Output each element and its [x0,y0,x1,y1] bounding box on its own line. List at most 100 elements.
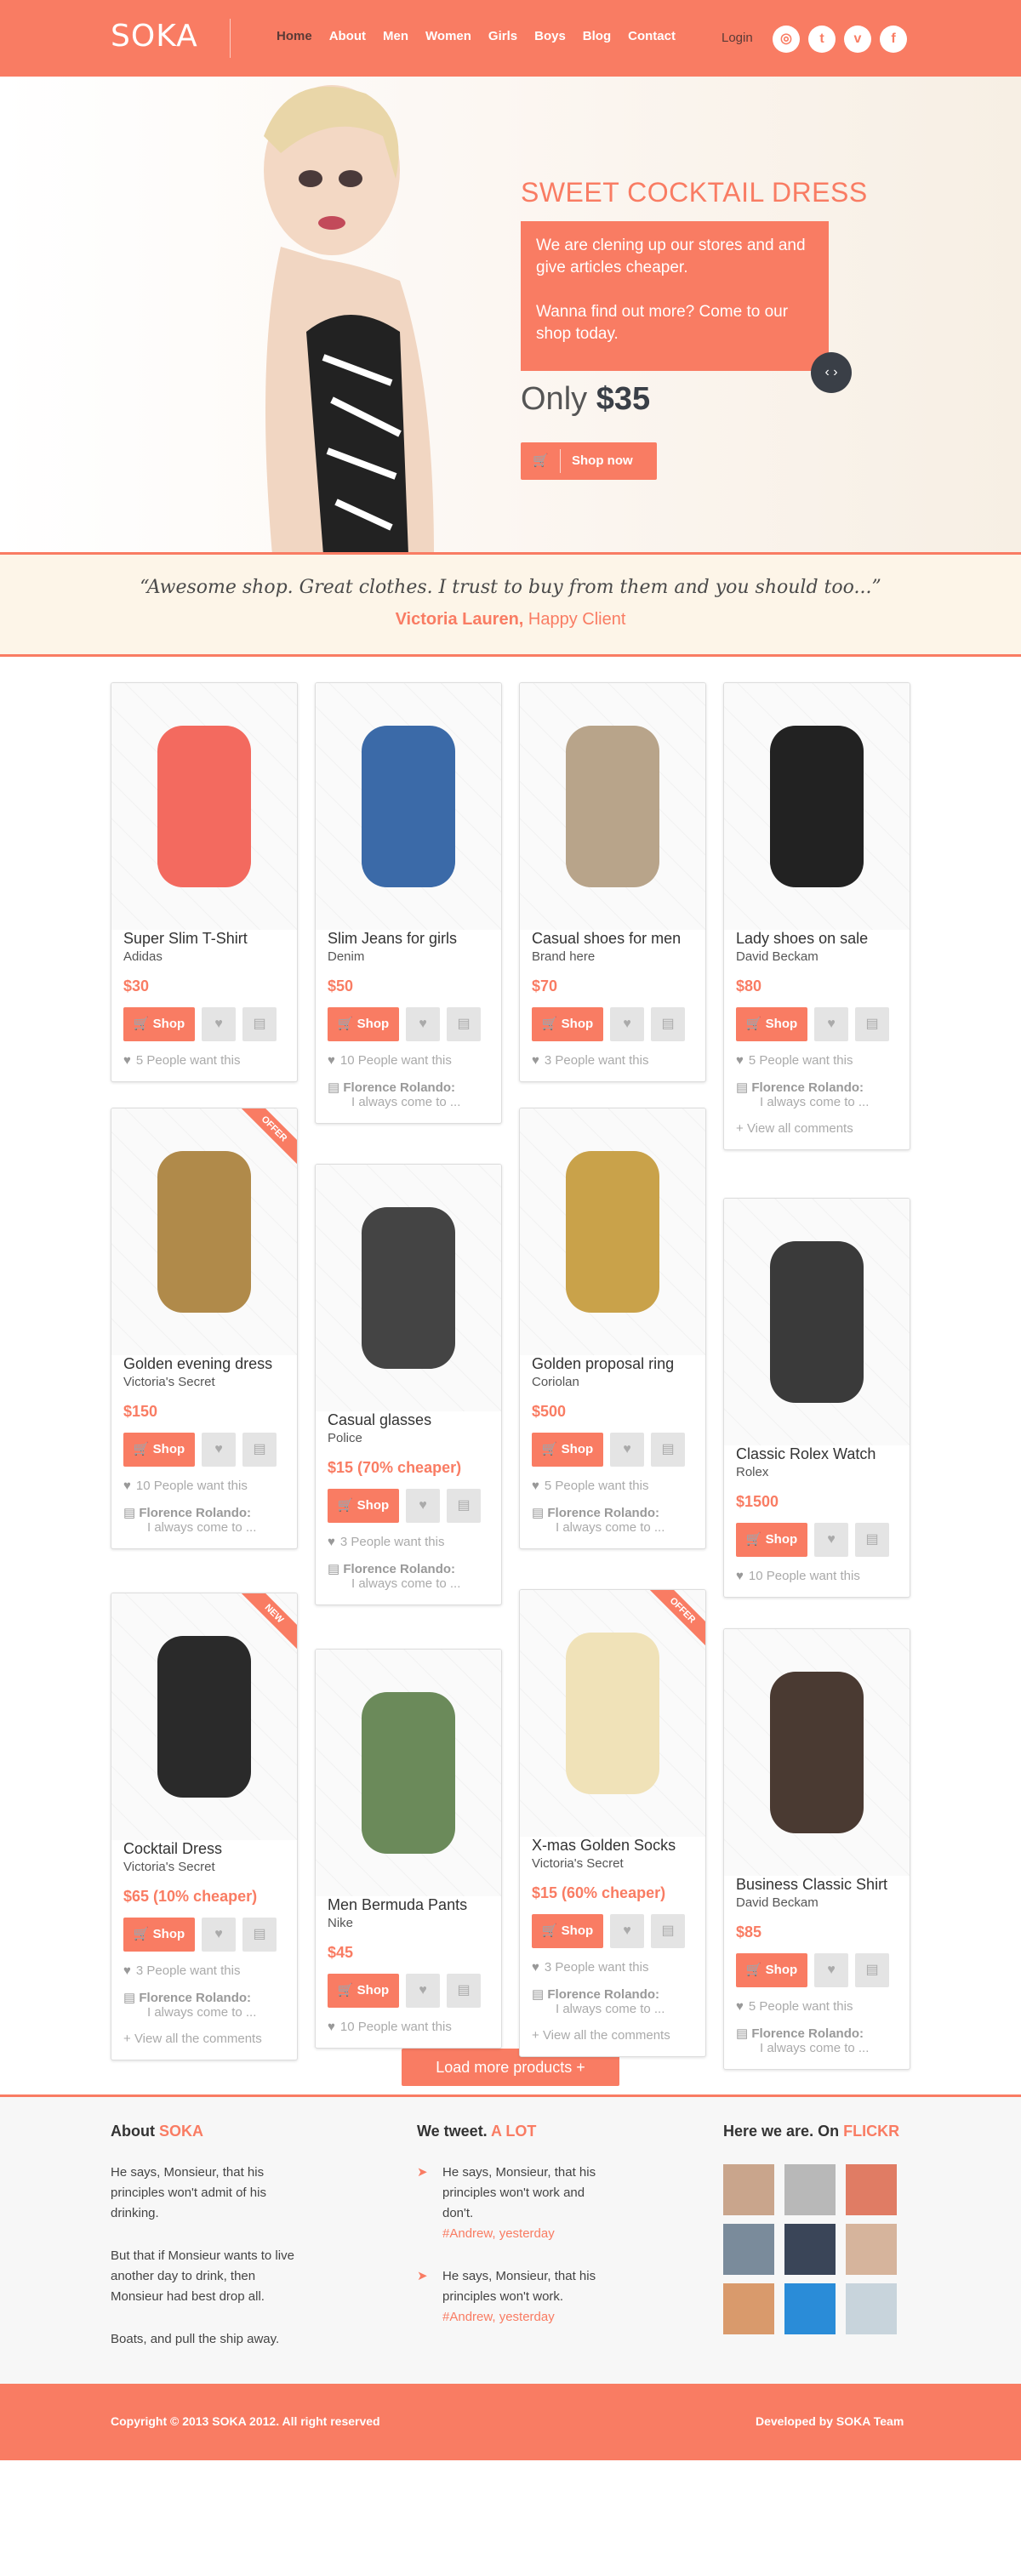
comment-icon[interactable]: ▤ [447,1974,481,2008]
shop-button[interactable]: 🛒 Shop [532,1914,603,1948]
product-card[interactable]: Lady shoes on sale David Beckam $80 🛒 Sh… [723,682,910,1150]
heart-icon[interactable]: ♥ [814,1953,848,1987]
comment-icon[interactable]: ▤ [242,1918,277,1952]
product-image[interactable] [724,683,910,930]
comment-icon[interactable]: ▤ [447,1007,481,1041]
comment-icon[interactable]: ▤ [651,1007,685,1041]
shop-button[interactable]: 🛒 Shop [328,1489,399,1523]
flickr-thumb[interactable] [784,2283,836,2334]
product-name[interactable]: X-mas Golden Socks [520,1837,705,1855]
product-name[interactable]: Casual shoes for men [520,930,705,948]
heart-icon[interactable]: ♥ [610,1914,644,1948]
product-image[interactable] [316,683,501,930]
product-name[interactable]: Men Bermuda Pants [316,1896,501,1914]
shop-button[interactable]: 🛒 Shop [736,1007,807,1041]
comment-icon[interactable]: ▤ [855,1953,889,1987]
slider-arrows-icon[interactable]: ‹ › [811,352,852,393]
comment-icon[interactable]: ▤ [855,1523,889,1557]
shop-button[interactable]: 🛒 Shop [123,1433,195,1467]
flickr-thumb[interactable] [723,2164,774,2215]
comment-icon[interactable]: ▤ [447,1489,481,1523]
flickr-thumb[interactable] [723,2283,774,2334]
product-name[interactable]: Golden proposal ring [520,1355,705,1373]
facebook-icon[interactable]: f [880,26,907,53]
twitter-icon[interactable]: t [808,26,836,53]
product-card[interactable]: Men Bermuda Pants Nike $45 🛒 Shop ♥ ▤ ♥ 1… [315,1649,502,2049]
dribbble-icon[interactable]: ◎ [773,26,800,53]
nav-about[interactable]: About [329,29,366,43]
tweet-author[interactable]: #Andrew, yesterday [442,2307,604,2328]
heart-icon[interactable]: ♥ [202,1007,236,1041]
flickr-thumb[interactable] [784,2164,836,2215]
comment-icon[interactable]: ▤ [855,1007,889,1041]
shop-button[interactable]: 🛒 Shop [328,1007,399,1041]
shop-button[interactable]: 🛒 Shop [123,1007,195,1041]
product-card[interactable]: Business Classic Shirt David Beckam $85 … [723,1628,910,2070]
logo[interactable]: SOKA [111,19,198,54]
heart-icon[interactable]: ♥ [814,1523,848,1557]
nav-women[interactable]: Women [425,29,471,43]
tweet-author[interactable]: #Andrew, yesterday [442,2224,604,2244]
product-name[interactable]: Slim Jeans for girls [316,930,501,948]
nav-contact[interactable]: Contact [628,29,676,43]
vimeo-icon[interactable]: v [844,26,871,53]
product-card[interactable]: OFFER Golden evening dress Victoria's Se… [111,1108,298,1549]
product-card[interactable]: Super Slim T-Shirt Adidas $30 🛒 Shop ♥ ▤… [111,682,298,1082]
heart-icon[interactable]: ♥ [202,1433,236,1467]
shop-button[interactable]: 🛒 Shop [736,1523,807,1557]
product-card[interactable]: Casual shoes for men Brand here $70 🛒 Sh… [519,682,706,1082]
view-all-comments[interactable]: + View all the comments [111,2020,297,2046]
shop-button[interactable]: 🛒 Shop [532,1433,603,1467]
heart-icon[interactable]: ♥ [406,1489,440,1523]
view-all-comments[interactable]: + View all the comments [520,2016,705,2043]
product-image[interactable]: OFFER [111,1108,297,1355]
heart-icon[interactable]: ♥ [406,1007,440,1041]
flickr-thumb[interactable] [846,2283,897,2334]
comment-icon[interactable]: ▤ [651,1914,685,1948]
nav-girls[interactable]: Girls [488,29,517,43]
flickr-thumb[interactable] [846,2164,897,2215]
product-image[interactable] [520,1108,705,1355]
nav-men[interactable]: Men [383,29,408,43]
product-card[interactable]: Golden proposal ring Coriolan $500 🛒 Sho… [519,1108,706,1549]
flickr-thumb[interactable] [846,2224,897,2275]
product-image[interactable] [520,683,705,930]
product-image[interactable] [316,1165,501,1411]
view-all-comments[interactable]: + View all comments [724,1109,910,1136]
shop-button[interactable]: 🛒 Shop [328,1974,399,2008]
login-link[interactable]: Login [722,31,753,45]
heart-icon[interactable]: ♥ [406,1974,440,2008]
product-name[interactable]: Classic Rolex Watch [724,1445,910,1463]
hero-shop-button[interactable]: 🛒 Shop now [521,442,657,480]
heart-icon[interactable]: ♥ [610,1007,644,1041]
shop-button[interactable]: 🛒 Shop [123,1918,195,1952]
comment-icon[interactable]: ▤ [242,1433,277,1467]
product-card[interactable]: Classic Rolex Watch Rolex $1500 🛒 Shop ♥… [723,1198,910,1598]
product-card[interactable]: Slim Jeans for girls Denim $50 🛒 Shop ♥ … [315,682,502,1124]
product-card[interactable]: Casual glasses Police $15 (70% cheaper) … [315,1164,502,1605]
product-image[interactable]: NEW [111,1593,297,1840]
comment-icon[interactable]: ▤ [651,1433,685,1467]
product-image[interactable]: OFFER [520,1590,705,1837]
product-image[interactable] [724,1199,910,1445]
heart-icon[interactable]: ♥ [610,1433,644,1467]
product-image[interactable] [316,1650,501,1896]
product-name[interactable]: Golden evening dress [111,1355,297,1373]
product-image[interactable] [724,1629,910,1876]
product-image[interactable] [111,683,297,930]
comment-icon[interactable]: ▤ [242,1007,277,1041]
flickr-thumb[interactable] [784,2224,836,2275]
flickr-thumb[interactable] [723,2224,774,2275]
product-name[interactable]: Casual glasses [316,1411,501,1429]
product-name[interactable]: Business Classic Shirt [724,1876,910,1894]
product-name[interactable]: Cocktail Dress [111,1840,297,1858]
nav-boys[interactable]: Boys [534,29,566,43]
product-name[interactable]: Super Slim T-Shirt [111,930,297,948]
product-card[interactable]: NEW Cocktail Dress Victoria's Secret $65… [111,1593,298,2060]
shop-button[interactable]: 🛒 Shop [532,1007,603,1041]
product-name[interactable]: Lady shoes on sale [724,930,910,948]
nav-home[interactable]: Home [277,29,312,43]
product-card[interactable]: OFFER X-mas Golden Socks Victoria's Secr… [519,1589,706,2057]
heart-icon[interactable]: ♥ [814,1007,848,1041]
heart-icon[interactable]: ♥ [202,1918,236,1952]
